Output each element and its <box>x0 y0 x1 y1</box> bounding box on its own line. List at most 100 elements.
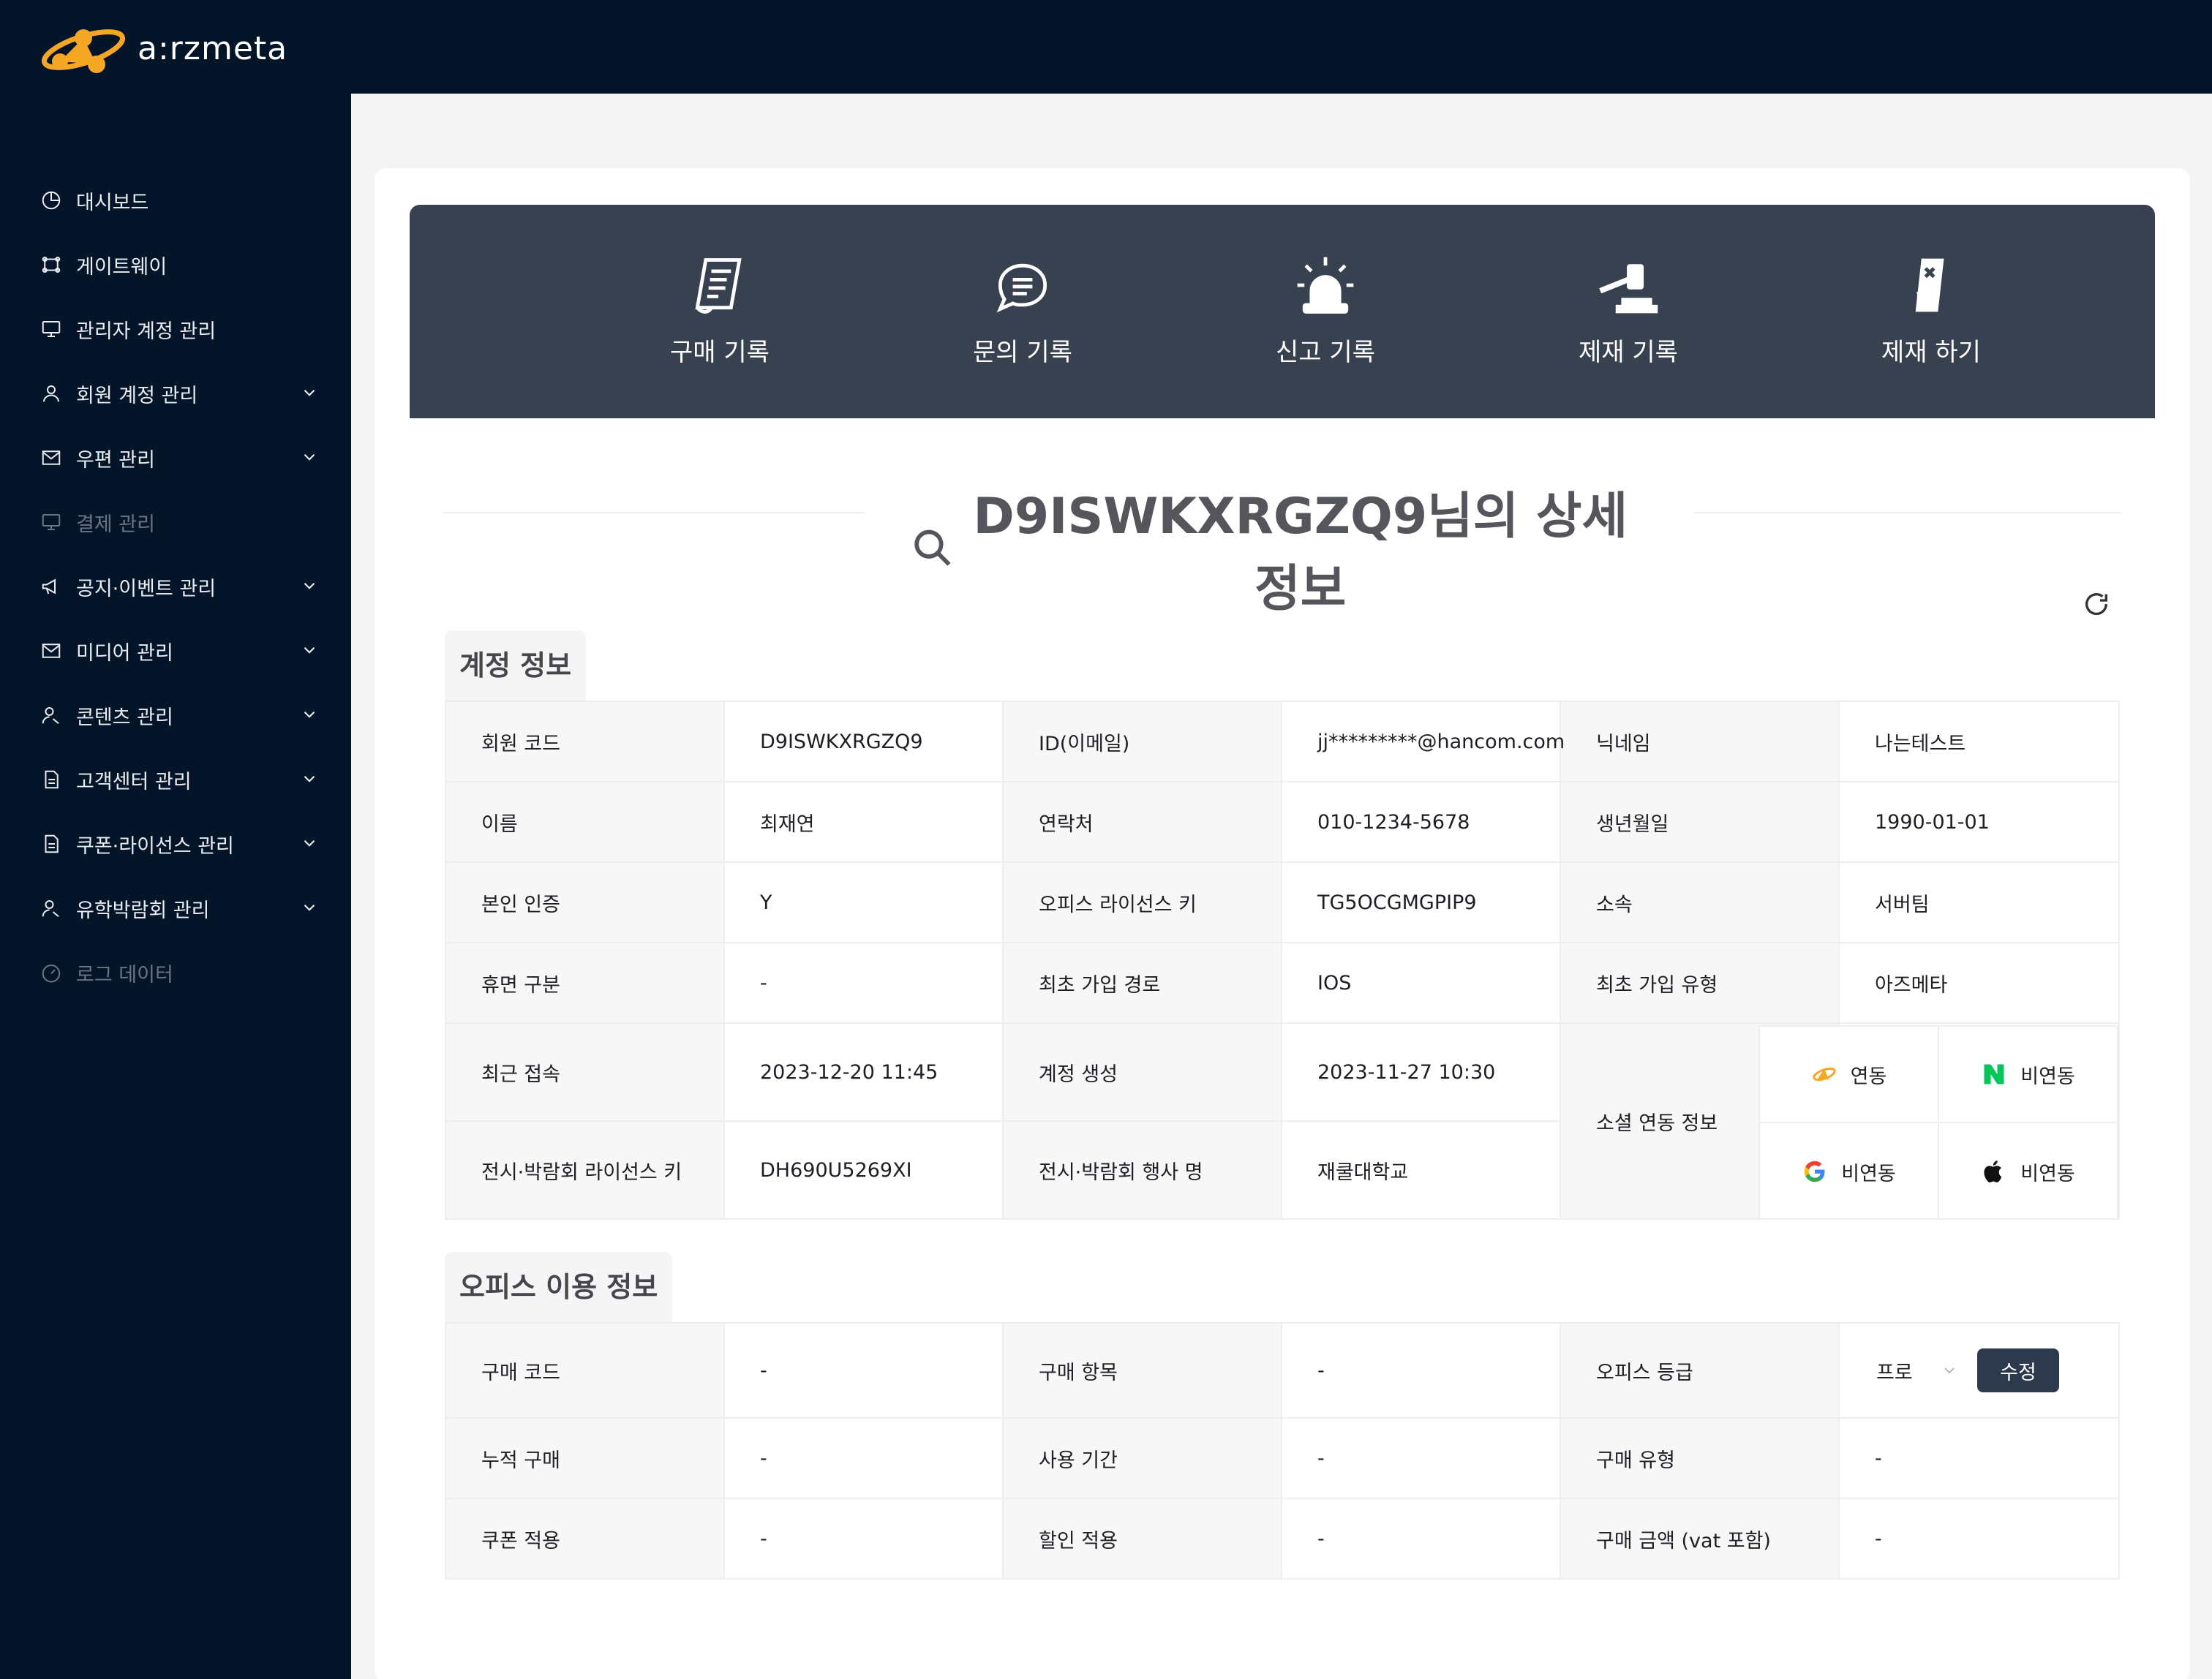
refresh-icon[interactable] <box>2082 589 2111 619</box>
field-label: 최초 가입 경로 <box>1002 942 1282 1024</box>
social-google: 비연동 <box>1758 1123 1938 1220</box>
field-label: 회원 코드 <box>445 701 725 782</box>
chevron-down-icon <box>304 389 315 396</box>
field-value: - <box>723 1498 1004 1580</box>
sidebar-item-label: 대시보드 <box>76 191 149 214</box>
field-value: 아즈메타 <box>1838 942 2120 1024</box>
sidebar-item-admin-accounts[interactable]: 관리자 계정 관리 <box>0 297 351 361</box>
sidebar-item-customer-center[interactable]: 고객센터 관리 <box>0 747 351 812</box>
sidebar-item-study-abroad-fair[interactable]: 유학박람회 관리 <box>0 876 351 940</box>
chevron-down-icon <box>304 840 315 847</box>
sidebar-item-label: 쿠폰·라이선스 관리 <box>76 834 234 858</box>
field-label: 할인 적용 <box>1002 1498 1282 1580</box>
arzmeta-logo-icon <box>41 29 126 73</box>
table-row: 본인 인증 Y 오피스 라이선스 키 TG5OCGMGPIP9 소속 서버팀 <box>445 861 2120 943</box>
table-row: 휴면 구분 - 최초 가입 경로 IOS 최초 가입 유형 아즈메타 <box>445 942 2120 1024</box>
sidebar-item-notices-events[interactable]: 공지·이벤트 관리 <box>0 554 351 619</box>
pie-chart-icon <box>40 189 63 212</box>
document-icon <box>40 832 63 856</box>
sidebar-item-member-accounts[interactable]: 회원 계정 관리 <box>0 361 351 426</box>
field-value: - <box>723 942 1004 1024</box>
chevron-down-icon <box>304 646 315 654</box>
field-label: 전시·박람회 라이선스 키 <box>445 1120 725 1220</box>
sidebar-item-label: 고객센터 관리 <box>76 770 192 793</box>
social-status: 비연동 <box>1841 1162 1896 1185</box>
search-icon <box>914 529 951 566</box>
ban-card-icon <box>1897 252 1965 319</box>
section-tab-office-usage: 오피스 이용 정보 <box>445 1252 673 1322</box>
field-value: 2023-12-20 11:45 <box>723 1022 1004 1122</box>
sidebar-item-mail[interactable]: 우편 관리 <box>0 426 351 490</box>
field-label: 구매 항목 <box>1002 1322 1282 1419</box>
social-arzmeta: 연동 <box>1758 1027 1938 1123</box>
top-bar: a:rzmeta <box>0 0 2212 94</box>
social-grid: 연동 비연동 비연동 비연동 <box>1758 1027 2117 1220</box>
sanction-history-button[interactable]: 제재 기록 <box>1519 252 1738 368</box>
field-value: D9ISWKXRGZQ9 <box>723 701 1004 782</box>
action-label: 문의 기록 <box>973 338 1072 367</box>
field-label: 소속 <box>1560 861 1840 943</box>
section-tab-account-info: 계정 정보 <box>445 630 587 701</box>
social-status: 비연동 <box>2020 1065 2075 1088</box>
field-label: 구매 유형 <box>1560 1417 1840 1499</box>
sidebar-item-gateway[interactable]: 게이트웨이 <box>0 233 351 297</box>
gateway-icon <box>40 253 63 276</box>
table-row: 이름 최재연 연락처 010-1234-5678 생년월일 1990-01-01 <box>445 781 2120 863</box>
chat-bubble-icon <box>989 252 1056 319</box>
field-value: jj*********@hancom.com <box>1281 701 1565 782</box>
field-value: - <box>1838 1498 2120 1580</box>
gauge-icon <box>40 961 63 984</box>
action-bar: 구매 기록 문의 기록 신고 기록 제재 기록 제재 하기 <box>410 205 2155 418</box>
brand-logo[interactable]: a:rzmeta <box>38 20 287 76</box>
apply-sanction-button[interactable]: 제재 하기 <box>1821 252 2041 368</box>
office-grade-select[interactable]: 프로 <box>1860 1357 1970 1385</box>
inquiry-history-button[interactable]: 문의 기록 <box>913 252 1132 368</box>
field-value: 서버팀 <box>1838 861 2120 943</box>
field-value: - <box>1838 1417 2120 1499</box>
report-history-button[interactable]: 신고 기록 <box>1216 252 1435 368</box>
mail-icon <box>40 446 63 469</box>
sidebar-item-coupons-licenses[interactable]: 쿠폰·라이선스 관리 <box>0 812 351 876</box>
logo-text: a:rzmeta <box>138 29 288 67</box>
table-row: 쿠폰 적용 - 할인 적용 - 구매 금액 (vat 포함) - <box>445 1498 2120 1580</box>
divider <box>1694 512 2121 513</box>
sidebar-item-media[interactable]: 미디어 관리 <box>0 619 351 683</box>
page-title-row: D9ISWKXRGZQ9님의 상세 정보 <box>443 475 2121 618</box>
sidebar-item-log-data[interactable]: 로그 데이터 <box>0 940 351 1005</box>
field-label: 계정 생성 <box>1002 1022 1282 1122</box>
receipt-icon <box>686 252 753 319</box>
sidebar-item-contents[interactable]: 콘텐츠 관리 <box>0 683 351 747</box>
page-title: D9ISWKXRGZQ9님의 상세 정보 <box>911 475 1643 620</box>
monitor-icon <box>40 317 63 341</box>
edit-button[interactable]: 수정 <box>1977 1348 2059 1392</box>
action-label: 제재 기록 <box>1579 338 1678 367</box>
sidebar-item-label: 콘텐츠 관리 <box>76 706 173 729</box>
action-label: 제재 하기 <box>1881 338 1981 367</box>
sidebar-item-payments[interactable]: 결제 관리 <box>0 490 351 554</box>
purchase-history-button[interactable]: 구매 기록 <box>610 252 830 368</box>
social-status: 비연동 <box>2020 1162 2075 1185</box>
sidebar-item-label: 미디어 관리 <box>76 641 173 665</box>
gavel-icon <box>1595 252 1662 319</box>
field-value: - <box>1281 1498 1561 1580</box>
social-apple: 비연동 <box>1938 1123 2117 1220</box>
users-icon <box>40 703 63 727</box>
siren-icon <box>1292 252 1359 319</box>
field-label: 쿠폰 적용 <box>445 1498 725 1580</box>
divider <box>443 512 865 513</box>
social-links: 연동 비연동 비연동 비연동 <box>1758 1025 2118 1220</box>
sidebar-item-dashboard[interactable]: 대시보드 <box>0 168 351 233</box>
field-value: - <box>723 1417 1004 1499</box>
chevron-down-icon <box>1944 1367 1955 1374</box>
page-title-text: D9ISWKXRGZQ9님의 상세 정보 <box>973 488 1628 618</box>
field-value: 최재연 <box>723 781 1004 863</box>
field-label: 구매 코드 <box>445 1322 725 1419</box>
sidebar-item-label: 유학박람회 관리 <box>76 899 210 922</box>
table-row: 회원 코드 D9ISWKXRGZQ9 ID(이메일) jj*********@h… <box>445 701 2120 782</box>
field-label: 휴면 구분 <box>445 942 725 1024</box>
chevron-down-icon <box>304 453 315 461</box>
field-value: 1990-01-01 <box>1838 781 2120 863</box>
chevron-down-icon <box>304 711 315 718</box>
chevron-down-icon <box>304 582 315 589</box>
office-grade-value: 프로 <box>1876 1361 1913 1384</box>
